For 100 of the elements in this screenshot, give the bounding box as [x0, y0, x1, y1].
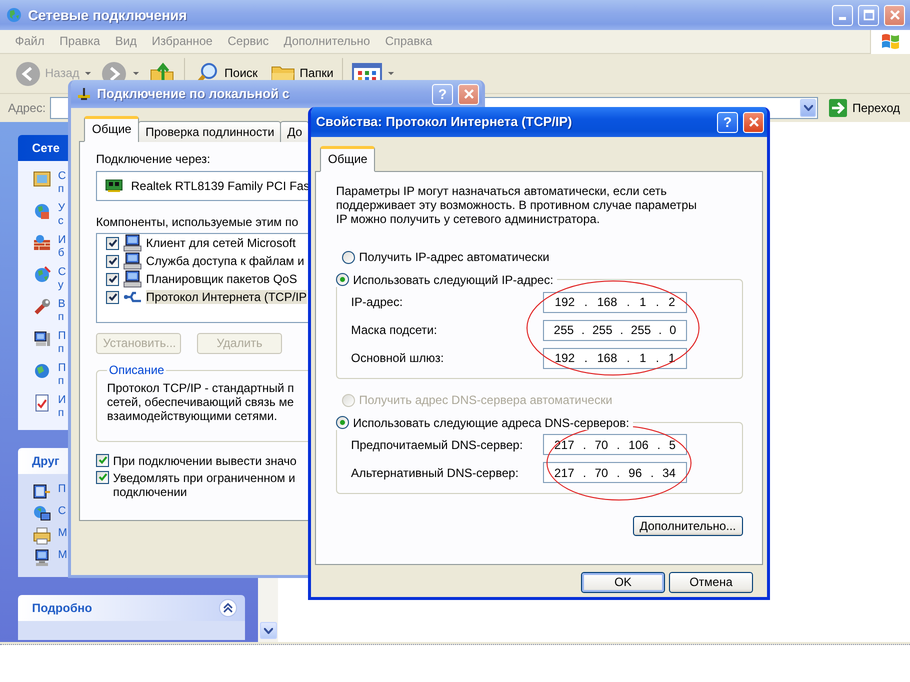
checkbox[interactable]	[96, 454, 109, 467]
menu-item[interactable]: Файл	[15, 34, 45, 49]
globe-icon	[33, 202, 51, 220]
task-link[interactable]: С у	[58, 266, 66, 292]
radio-label[interactable]: Получить IP-адрес автоматически	[359, 250, 550, 265]
firewall-icon	[33, 234, 51, 252]
dropdown-button[interactable]	[800, 99, 816, 117]
computer-icon	[123, 234, 142, 252]
computer-icon	[123, 252, 142, 270]
field-label: Компоненты, используемые этим по	[96, 214, 298, 230]
task-link[interactable]: П п	[58, 362, 66, 388]
field-label: Подключение через:	[96, 152, 210, 167]
ip-address-field[interactable]: 217 . 70 . 106 . 5	[543, 434, 687, 456]
address-label: Адрес:	[8, 100, 46, 116]
menu-item[interactable]: Правка	[60, 34, 100, 49]
pane-title: Подробно	[32, 600, 92, 616]
dialog-button[interactable]: OK	[581, 572, 665, 593]
help-button[interactable]: ?	[717, 112, 738, 132]
field-label: Основной шлюз:	[351, 350, 445, 366]
list-item[interactable]: Планировщик пакетов QoS	[146, 272, 298, 286]
printer-icon	[33, 527, 51, 545]
ip-address-field[interactable]: 192 . 168 . 1 . 2	[543, 292, 687, 313]
caret-icon	[85, 72, 92, 76]
close-button[interactable]	[743, 112, 764, 132]
field-label: IP-адрес:	[351, 294, 404, 310]
menu-item[interactable]: Избранное	[152, 34, 213, 49]
task-link[interactable]: И п	[58, 394, 66, 420]
close-button[interactable]	[458, 84, 479, 104]
close-icon	[746, 115, 760, 129]
menu-item[interactable]: Вид	[115, 34, 137, 49]
caret-icon	[388, 72, 396, 76]
globe-icon	[33, 362, 51, 380]
task-link[interactable]: П	[58, 483, 66, 496]
wrench-icon	[33, 298, 51, 316]
maximize-icon	[862, 8, 876, 22]
task-link[interactable]: М	[58, 549, 68, 562]
ip-address-field[interactable]: 255 . 255 . 255 . 0	[543, 320, 687, 341]
computer-icon	[33, 549, 51, 567]
task-link[interactable]: И б	[58, 234, 66, 260]
close-icon	[888, 8, 902, 22]
globe-icon	[5, 6, 23, 24]
globe-icon	[33, 266, 51, 284]
checkbox[interactable]	[106, 272, 119, 286]
menu-item[interactable]: Дополнительно	[284, 34, 370, 49]
field-label: Маска подсети:	[351, 322, 438, 338]
task-link[interactable]: М	[58, 527, 68, 540]
checkbox[interactable]	[96, 470, 109, 484]
field-label: Альтернативный DNS-сервер:	[351, 466, 520, 480]
list-item[interactable]: Служба доступа к файлам и	[146, 254, 304, 268]
pane-title: Друг	[32, 454, 60, 468]
list-item[interactable]: Протокол Интернета (TCP/IP	[146, 290, 307, 304]
maximize-button[interactable]	[858, 4, 879, 26]
ip-address-field[interactable]: 217 . 70 . 96 . 34	[543, 462, 687, 484]
radio-button[interactable]	[336, 416, 349, 430]
task-link[interactable]: С п	[58, 170, 66, 196]
tablet-icon	[33, 483, 51, 501]
radio-button[interactable]	[342, 251, 355, 264]
task-link[interactable]: П п	[58, 330, 66, 356]
search-button[interactable]: Поиск	[191, 58, 261, 88]
chevron-icon	[223, 603, 233, 613]
menu-item[interactable]: Сервис	[228, 34, 269, 49]
checkbox-label[interactable]: Уведомлять при ограниченном и подключении	[113, 470, 296, 499]
close-button[interactable]	[884, 4, 905, 26]
minimize-button[interactable]	[832, 4, 853, 26]
network-cable-icon	[76, 86, 92, 102]
tab[interactable]: До	[280, 121, 310, 142]
caret-icon	[133, 72, 140, 76]
tab[interactable]: Проверка подлинности	[138, 121, 282, 142]
window-title: Свойства: Протокол Интернета (TCP/IP)	[316, 114, 572, 130]
checkbox[interactable]	[106, 290, 119, 304]
pane-header[interactable]: Подробно	[18, 595, 245, 621]
description-text: Параметры IP могут назначаться автоматически, если сеть поддерживает эту возможность. В противном случае параметры IP можно получить у сетевого администратора.	[336, 184, 697, 226]
network-card-icon	[105, 178, 123, 194]
window-title: Подключение по локальной с	[97, 86, 290, 102]
window-title: Сетевые подключения	[28, 6, 187, 24]
dialog-button[interactable]: Отмена	[669, 572, 753, 593]
close-icon	[462, 87, 476, 101]
computer-icon	[33, 330, 51, 348]
scroll-down-button[interactable]	[260, 622, 276, 639]
document-icon	[33, 394, 51, 412]
description-text: Протокол TCP/IP - стандартный п сетей, обеспечивающий связь ме взаимодействующими сетями.	[107, 380, 294, 423]
tab[interactable]: Общие	[320, 146, 376, 172]
computer-icon	[123, 270, 142, 288]
picture-icon	[33, 170, 51, 188]
list-item[interactable]: Клиент для сетей Microsoft	[146, 236, 296, 250]
checkbox[interactable]	[106, 236, 119, 250]
task-link[interactable]: В п	[58, 298, 66, 324]
field-label: Предпочитаемый DNS-сервер:	[351, 438, 524, 452]
collapse-button[interactable]	[219, 599, 237, 617]
pane-title: Сете	[32, 140, 60, 156]
tab[interactable]: Общие	[84, 116, 140, 142]
advanced-button[interactable]: Дополнительно...	[632, 516, 743, 536]
radio-button[interactable]	[336, 273, 349, 286]
checkbox[interactable]	[106, 254, 119, 268]
task-link[interactable]: С	[58, 505, 66, 518]
menu-item[interactable]: Справка	[385, 34, 432, 49]
group-title: Описание	[107, 362, 166, 377]
task-link[interactable]: У с	[58, 202, 65, 228]
go-button[interactable]: Переход	[822, 98, 906, 118]
checkbox-label[interactable]: При подключении вывести значо	[113, 454, 297, 468]
